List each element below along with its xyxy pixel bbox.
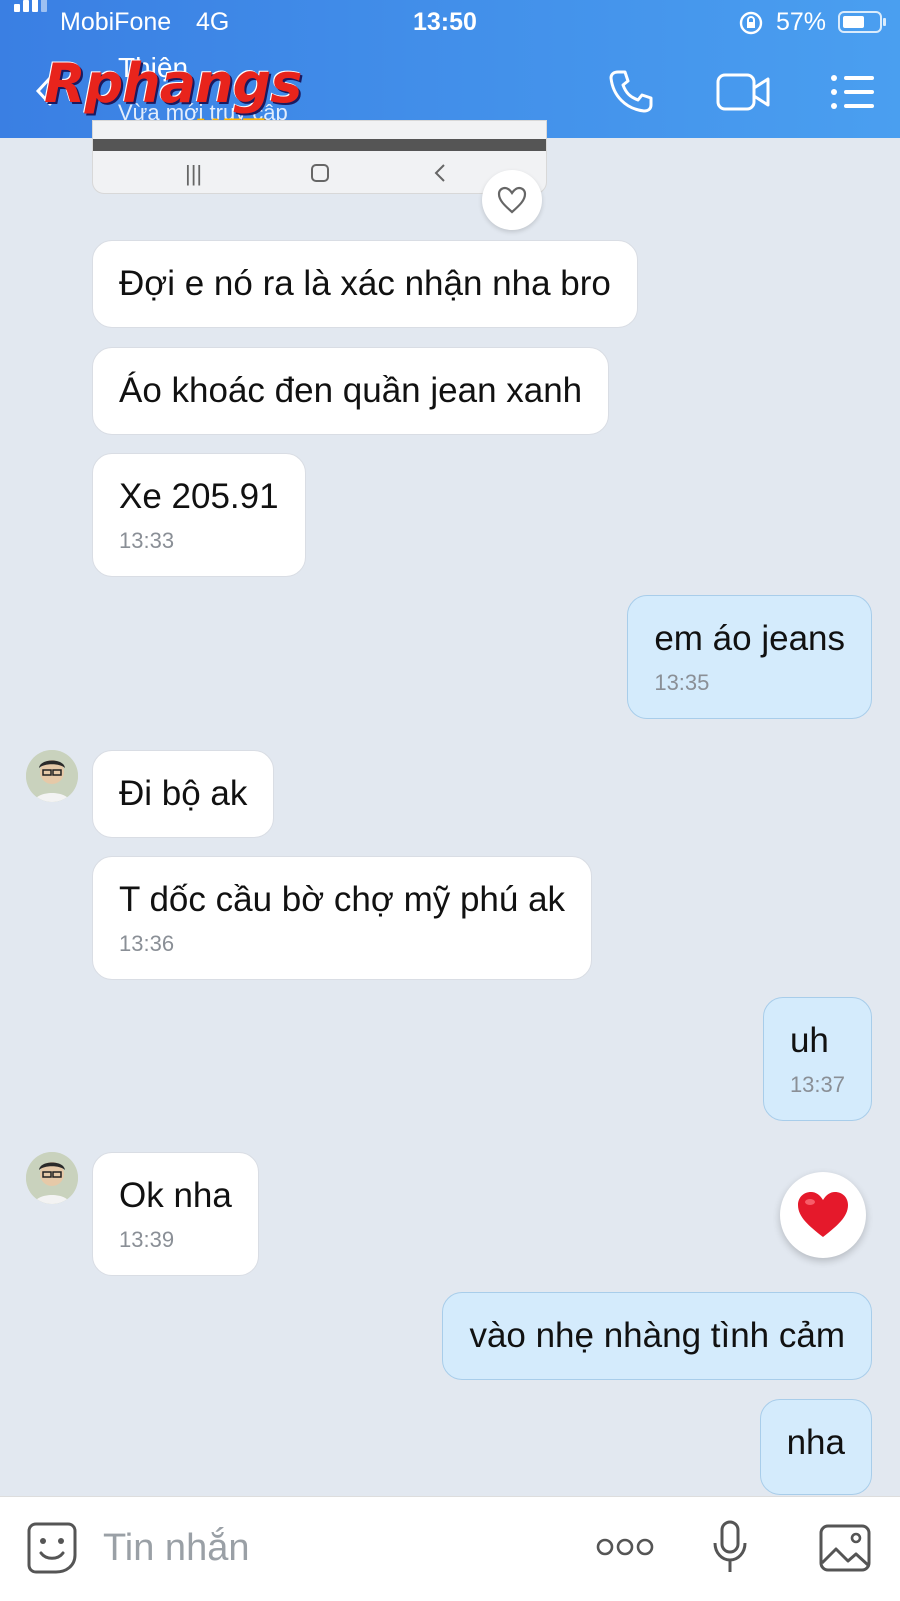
message-bubble-incoming[interactable]: Xe 205.91 13:33 xyxy=(92,453,306,577)
phone-call-icon[interactable] xyxy=(608,68,654,114)
message-text: Đợi e nó ra là xác nhận nha bro xyxy=(119,264,611,303)
message-composer: Tin nhắn xyxy=(0,1496,900,1601)
message-text: Ok nha xyxy=(119,1176,232,1215)
watermark-logo: Rphangs .NET xyxy=(44,52,302,150)
react-heart-button[interactable] xyxy=(482,170,542,230)
message-text: Đi bộ ak xyxy=(119,774,248,813)
avatar[interactable] xyxy=(26,1152,78,1204)
home-square-icon xyxy=(311,164,329,182)
image-gallery-icon[interactable] xyxy=(818,1523,872,1573)
message-time: 13:39 xyxy=(119,1227,175,1252)
heart-reaction-button[interactable] xyxy=(780,1172,866,1258)
menu-list-icon[interactable] xyxy=(830,74,876,110)
heart-outline-icon xyxy=(497,186,527,214)
message-time: 13:36 xyxy=(119,931,175,956)
message-text: vào nhẹ nhàng tình cảm xyxy=(469,1316,845,1355)
message-bubble-outgoing[interactable]: nha xyxy=(759,1399,872,1495)
message-text: nha xyxy=(786,1423,845,1462)
message-bubble-incoming[interactable]: Đi bộ ak xyxy=(92,750,275,838)
video-call-icon[interactable] xyxy=(716,72,772,112)
more-options-icon[interactable] xyxy=(596,1537,654,1557)
network-type: 4G xyxy=(196,8,230,36)
red-heart-icon xyxy=(798,1192,848,1237)
message-text: T dốc cầu bờ chợ mỹ phú ak xyxy=(119,880,566,919)
message-bubble-outgoing[interactable]: em áo jeans 13:35 xyxy=(627,595,872,719)
clock: 13:50 xyxy=(413,8,477,36)
message-input[interactable]: Tin nhắn xyxy=(103,1527,249,1570)
avatar-image xyxy=(26,1152,78,1204)
message-time: 13:33 xyxy=(119,528,175,553)
message-text: Áo khoác đen quần jean xanh xyxy=(119,371,583,410)
message-bubble-outgoing[interactable]: uh 13:37 xyxy=(762,997,872,1121)
avatar[interactable] xyxy=(26,750,78,802)
message-text: uh xyxy=(789,1021,829,1060)
recent-apps-icon: ||| xyxy=(185,161,203,186)
message-time: 13:37 xyxy=(789,1072,845,1097)
back-chevron-icon xyxy=(434,164,445,182)
orientation-lock-icon xyxy=(739,11,763,35)
image-attachment[interactable]: ||| xyxy=(92,120,547,194)
avatar-image xyxy=(26,750,78,802)
battery-icon xyxy=(838,11,886,33)
chat-header: MobiFone 4G 13:50 57% Thiện Vừa mới truy… xyxy=(0,0,900,150)
microphone-icon[interactable] xyxy=(712,1519,748,1575)
message-text: em áo jeans xyxy=(654,619,845,658)
message-time: 13:35 xyxy=(654,670,710,695)
battery-percent: 57% xyxy=(776,8,827,36)
message-bubble-incoming[interactable]: Ok nha 13:39 xyxy=(92,1152,259,1276)
message-bubble-outgoing[interactable]: vào nhẹ nhàng tình cảm xyxy=(442,1292,872,1380)
message-text: Xe 205.91 xyxy=(119,477,279,516)
message-bubble-incoming[interactable]: Áo khoác đen quần jean xanh xyxy=(92,347,610,435)
carrier-name: MobiFone xyxy=(60,8,172,36)
message-bubble-incoming[interactable]: Đợi e nó ra là xác nhận nha bro xyxy=(92,240,638,328)
message-bubble-incoming[interactable]: T dốc cầu bờ chợ mỹ phú ak 13:36 xyxy=(92,856,593,980)
sticker-icon[interactable] xyxy=(26,1521,78,1575)
